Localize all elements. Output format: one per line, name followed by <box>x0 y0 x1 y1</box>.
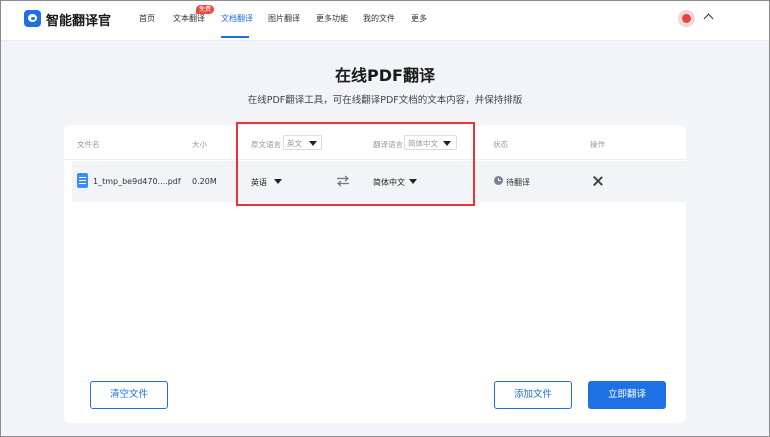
col-filename: 文件名 <box>77 140 100 149</box>
row-filename: 1_tmp_be9d470....pdf <box>93 177 181 186</box>
row-target-lang-select[interactable]: 简体中文 <box>373 177 405 188</box>
nav-my-files[interactable]: 我的文件 <box>363 13 395 24</box>
clock-icon <box>494 176 503 185</box>
header-divider <box>64 159 686 160</box>
header-source-lang-value: 英文 <box>287 139 302 148</box>
row-source-lang-select[interactable]: 英语 <box>251 177 267 188</box>
swap-languages-icon[interactable] <box>336 175 350 187</box>
col-status: 状态 <box>493 140 508 149</box>
page-subtitle: 在线PDF翻译工具，可在线翻译PDF文档的文本内容，并保持排版 <box>247 95 523 106</box>
nav-text-translate[interactable]: 文本翻译 <box>173 13 205 24</box>
col-source-language: 原文语言 <box>251 140 281 149</box>
chevron-down-icon <box>309 141 317 146</box>
nav-active-indicator <box>221 36 249 38</box>
col-target-language: 翻译语言 <box>373 140 403 149</box>
close-icon[interactable] <box>593 176 603 186</box>
nav-more-features[interactable]: 更多功能 <box>316 13 348 24</box>
add-file-button[interactable]: 添加文件 <box>494 381 572 409</box>
file-icon <box>77 173 88 188</box>
page-title: 在线PDF翻译 <box>335 66 435 85</box>
nav-home[interactable]: 首页 <box>139 13 155 24</box>
col-action: 操作 <box>590 140 605 149</box>
row-status: 待翻译 <box>506 178 530 187</box>
translate-now-button[interactable]: 立即翻译 <box>588 381 666 409</box>
nav-document-translate[interactable]: 文档翻译 <box>221 13 253 24</box>
clear-files-button[interactable]: 清空文件 <box>90 381 168 409</box>
chevron-down-icon[interactable] <box>274 179 282 184</box>
header-target-lang-value: 简体中文 <box>408 139 438 148</box>
chevron-down-icon[interactable] <box>409 179 417 184</box>
nav-more[interactable]: 更多 <box>411 13 427 24</box>
row-size: 0.20M <box>192 177 217 186</box>
nav-image-translate[interactable]: 图片翻译 <box>268 13 300 24</box>
chevron-down-icon <box>443 141 451 146</box>
user-avatar[interactable] <box>678 10 695 27</box>
logo-icon[interactable] <box>24 10 41 27</box>
logo-text[interactable]: 智能翻译官 <box>46 10 111 29</box>
col-size: 大小 <box>192 140 207 149</box>
free-badge: 免费 <box>196 5 215 14</box>
